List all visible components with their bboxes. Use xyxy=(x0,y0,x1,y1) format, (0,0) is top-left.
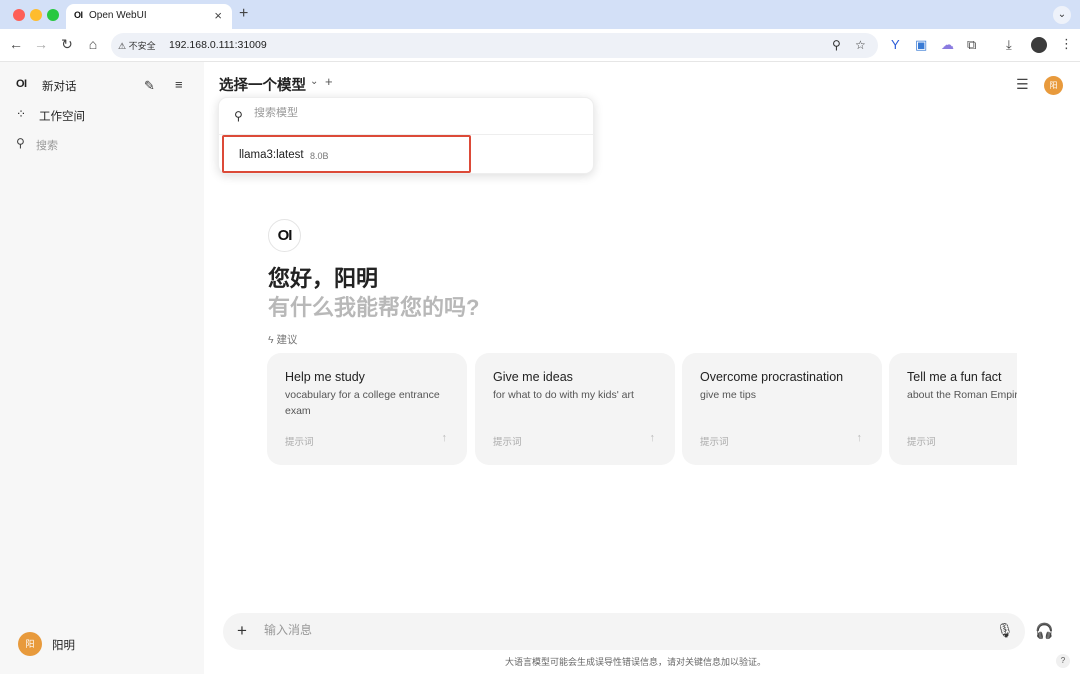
sidebar: OI 新对话 ✎ ≡ ⁘ 工作空间 ⚲ 搜索 阳 阳明 xyxy=(0,62,204,674)
suggestion-description: for what to do with my kids' art xyxy=(493,389,634,401)
model-search-input[interactable] xyxy=(254,107,554,119)
controls-sliders-icon[interactable]: ☰ xyxy=(1016,76,1029,93)
suggestion-title: Tell me a fun fact xyxy=(907,370,1002,384)
suggestion-card[interactable]: Tell me a fun fact about the Roman Empir… xyxy=(889,353,1017,465)
chevron-down-icon[interactable]: ⌄ xyxy=(310,76,318,87)
arrow-up-icon[interactable]: ↑ xyxy=(442,432,448,444)
prompt-label: 提示词 xyxy=(493,437,522,448)
sidebar-user[interactable]: 阳 阳明 xyxy=(18,632,75,656)
forward-icon[interactable]: → xyxy=(32,36,50,52)
search-icon: ⚲ xyxy=(234,109,243,123)
not-secure-badge[interactable]: ⚠ 不安全 xyxy=(118,39,156,52)
download-icon[interactable]: ⤓ xyxy=(1006,37,1012,53)
suggestion-description: about the Roman Empire xyxy=(907,389,1017,401)
profile-avatar[interactable] xyxy=(1031,37,1047,53)
extension-v-icon[interactable]: Y xyxy=(891,37,900,52)
extension-screenshot-icon[interactable]: ▣ xyxy=(915,37,927,53)
sidebar-toggle-icon[interactable]: ≡ xyxy=(175,77,183,92)
model-option-name: llama3:latest xyxy=(239,149,304,161)
microphone-icon[interactable]: 🎙 xyxy=(996,622,1014,639)
prompt-label: 提示词 xyxy=(907,437,936,448)
new-chat-row[interactable]: OI 新对话 xyxy=(16,78,196,94)
suggestion-title: Overcome procrastination xyxy=(700,370,844,384)
tab-search-chevron-icon[interactable]: ⌄ xyxy=(1053,6,1071,24)
model-selector-button[interactable]: 选择一个模型 xyxy=(219,74,306,95)
bookmark-star-icon[interactable]: ☆ xyxy=(855,38,866,52)
suggestions-label: ϟ 建议 xyxy=(268,334,298,346)
sidebar-search[interactable]: ⚲ 搜索 xyxy=(16,136,196,153)
add-attachment-icon[interactable]: + xyxy=(237,621,247,641)
workspace-grid-icon: ⁘ xyxy=(16,107,27,121)
address-bar[interactable]: ⚠ 不安全 192.168.0.111:31009 ⚲ ☆ xyxy=(111,33,878,58)
greeting-title: 您好，阳明 xyxy=(268,266,379,291)
browser-menu-icon[interactable]: ⋮ xyxy=(1060,36,1073,52)
model-dropdown: ⚲ llama3:latest 8.0B xyxy=(218,97,595,174)
close-window-button[interactable] xyxy=(13,9,25,21)
suggestion-title: Help me study xyxy=(285,370,365,384)
main-panel: 选择一个模型 ⌄ + ☰ 阳 ⚲ llama3:latest 8.0B OI 您… xyxy=(204,62,1080,674)
suggestion-cards: Help me study vocabulary for a college e… xyxy=(267,353,1017,465)
headphones-icon[interactable]: 🎧 xyxy=(1035,622,1054,640)
arrow-up-icon[interactable]: ↑ xyxy=(650,432,656,444)
suggestion-card[interactable]: Help me study vocabulary for a college e… xyxy=(267,353,467,465)
maximize-window-button[interactable] xyxy=(47,9,59,21)
app-logo-icon: OI xyxy=(16,78,27,90)
greeting-subtitle: 有什么我能帮您的吗? xyxy=(268,295,480,320)
new-chat-edit-icon[interactable]: ✎ xyxy=(144,78,155,94)
prompt-label: 提示词 xyxy=(700,437,729,448)
new-chat-label: 新对话 xyxy=(42,81,77,93)
suggestion-description: vocabulary for a college entrance exam xyxy=(285,389,440,417)
extensions-puzzle-icon[interactable]: ⧉ xyxy=(967,37,976,53)
extension-cloud-icon[interactable]: ☁ xyxy=(941,37,954,53)
browser-tab[interactable]: OI Open WebUI × xyxy=(66,4,232,30)
user-avatar: 阳 xyxy=(18,632,42,656)
new-tab-button[interactable]: + xyxy=(239,5,248,23)
arrow-up-icon[interactable]: ↑ xyxy=(857,432,863,444)
suggestion-card[interactable]: Give me ideas for what to do with my kid… xyxy=(475,353,675,465)
zoom-icon[interactable]: ⚲ xyxy=(832,38,841,52)
workspace-label: 工作空间 xyxy=(39,111,85,123)
tab-title: Open WebUI xyxy=(89,10,147,21)
reload-icon[interactable]: ↻ xyxy=(58,36,76,53)
url-text[interactable]: 192.168.0.111:31009 xyxy=(169,39,267,51)
model-option-size: 8.0B xyxy=(310,151,329,161)
add-model-icon[interactable]: + xyxy=(325,74,333,89)
browser-toolbar: ← → ↻ ⌂ ⚠ 不安全 192.168.0.111:31009 ⚲ ☆ Y … xyxy=(0,29,1080,62)
disclaimer-text: 大语言模型可能会生成误导性错误信息，请对关键信息加以验证。 xyxy=(505,657,767,667)
back-icon[interactable]: ← xyxy=(7,36,25,52)
model-option[interactable]: llama3:latest 8.0B xyxy=(222,135,471,173)
home-icon[interactable]: ⌂ xyxy=(84,36,102,52)
search-label: 搜索 xyxy=(36,140,58,152)
suggestion-card[interactable]: Overcome procrastination give me tips 提示… xyxy=(682,353,882,465)
chat-input-bar: + 🎙 xyxy=(223,613,1025,650)
sidebar-item-workspace[interactable]: ⁘ 工作空间 xyxy=(16,107,196,124)
suggestion-description: give me tips xyxy=(700,389,757,401)
prompt-label: 提示词 xyxy=(285,437,314,448)
search-icon: ⚲ xyxy=(16,136,25,150)
tab-close-icon[interactable]: × xyxy=(214,8,222,23)
browser-titlebar: OI Open WebUI × + ⌄ xyxy=(0,0,1080,30)
help-button[interactable]: ? xyxy=(1056,654,1070,668)
minimize-window-button[interactable] xyxy=(30,9,42,21)
welcome-logo-icon: OI xyxy=(268,219,301,252)
message-input[interactable] xyxy=(264,623,964,637)
suggestion-title: Give me ideas xyxy=(493,370,573,384)
header-user-avatar[interactable]: 阳 xyxy=(1044,76,1063,95)
tab-favicon-icon: OI xyxy=(74,10,83,20)
open-webui-app: OI 新对话 ✎ ≡ ⁘ 工作空间 ⚲ 搜索 阳 阳明 选择一个模型 ⌄ + ☰… xyxy=(0,62,1080,674)
user-name: 阳明 xyxy=(52,640,75,652)
